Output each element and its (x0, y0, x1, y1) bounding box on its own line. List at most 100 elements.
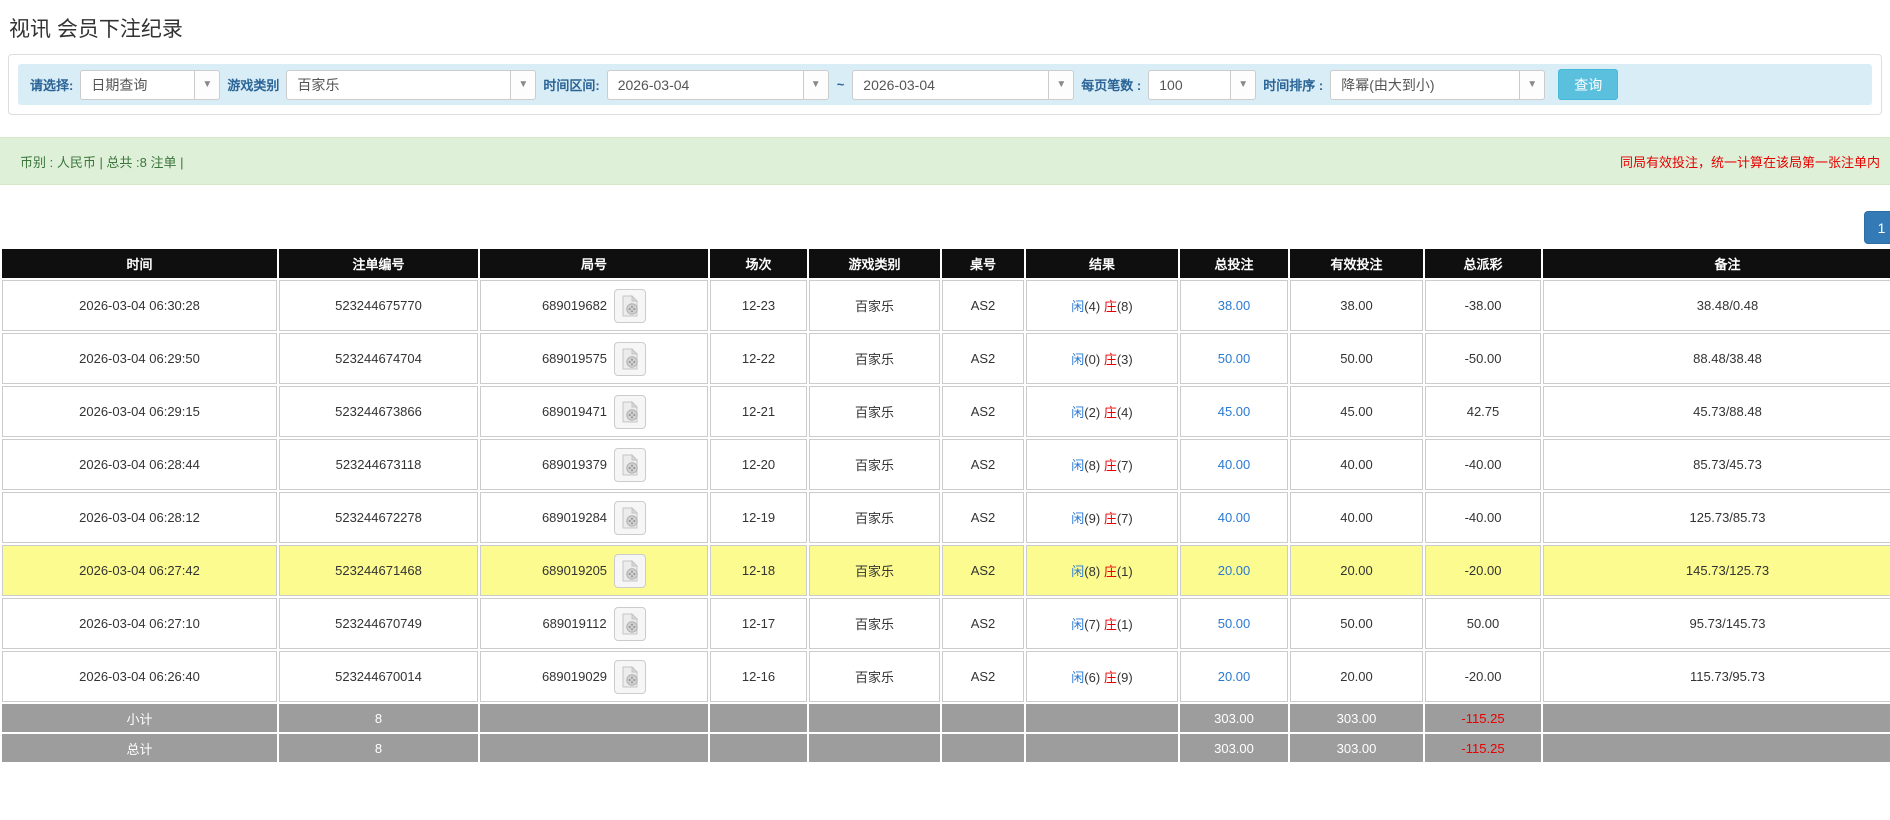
total-bet-link[interactable]: 50.00 (1218, 616, 1251, 631)
cell-game-type: 百家乐 (809, 492, 940, 543)
result-player-label: 闲 (1071, 564, 1085, 579)
cell-valid-bet: 20.00 (1290, 545, 1423, 596)
cell-remark: 115.73/95.73 (1543, 651, 1890, 702)
result-banker-num: (7) (1116, 511, 1133, 526)
search-button[interactable]: 查询 (1558, 69, 1619, 100)
valid-bet-notice-text: 同局有效投注，统一计算在该局第一张注单内 (1619, 154, 1880, 170)
date-from-value: 2026-03-04 (617, 76, 690, 93)
result-banker-label: 庄 (1103, 352, 1117, 367)
total-bet-link[interactable]: 40.00 (1218, 457, 1251, 472)
cell-game-type: 百家乐 (809, 651, 940, 702)
table-row: 2026-03-04 06:26:40 523244670014 689019029… (2, 651, 1890, 702)
game-type-select[interactable]: 百家乐 ▼ (286, 69, 537, 100)
cell-remark: 145.73/125.73 (1543, 545, 1890, 596)
column-header-result: 结果 (1026, 249, 1178, 278)
cell-table-no: AS2 (942, 333, 1024, 384)
chevron-down-icon: ▼ (1519, 70, 1545, 99)
cell-valid-bet: 40.00 (1290, 492, 1423, 543)
cell-total-bet: 40.00 (1180, 439, 1288, 490)
total-bet-link[interactable]: 40.00 (1218, 510, 1251, 525)
query-type-value: 日期查询 (91, 76, 148, 93)
video-replay-button[interactable] (614, 341, 647, 376)
subtotal-valid-bet: 303.00 (1290, 704, 1423, 732)
table-row: 2026-03-04 06:27:42 523244671468 689019205… (2, 545, 1890, 596)
film-document-icon (622, 453, 639, 475)
table-header-row: 时间 注单编号 局号 场次 游戏类别 桌号 结果 总投注 有效投注 总派彩 备注 (2, 249, 1890, 278)
result-player-label: 闲 (1071, 670, 1085, 685)
cell-remark: 45.73/88.48 (1543, 386, 1890, 437)
cell-game-type: 百家乐 (809, 280, 940, 331)
column-header-time: 时间 (2, 249, 277, 278)
cell-remark: 88.48/38.48 (1543, 333, 1890, 384)
result-player-num: (6) (1084, 670, 1101, 685)
column-header-bet-id: 注单编号 (279, 249, 478, 278)
subtotal-count: 8 (279, 704, 478, 732)
video-replay-button[interactable] (614, 659, 647, 694)
grand-total-valid-bet: 303.00 (1290, 734, 1423, 762)
result-banker-num: (9) (1116, 670, 1133, 685)
result-player-num: (8) (1084, 564, 1101, 579)
result-banker-label: 庄 (1103, 299, 1117, 314)
round-id-group: 689019284 (542, 500, 647, 535)
cell-bet-id: 523244673866 (279, 386, 478, 437)
total-bet-link[interactable]: 45.00 (1218, 404, 1251, 419)
video-replay-button[interactable] (613, 606, 646, 641)
table-body: 2026-03-04 06:30:28 523244675770 689019682… (2, 280, 1890, 702)
cell-bet-id: 523244670014 (279, 651, 478, 702)
cell-remark: 95.73/145.73 (1543, 598, 1890, 649)
cell-result: 闲(8) 庄(7) (1026, 439, 1178, 490)
cell-table-no: AS2 (942, 439, 1024, 490)
round-id-group: 689019112 (542, 606, 646, 641)
cell-total-bet: 50.00 (1180, 598, 1288, 649)
video-replay-button[interactable] (614, 553, 647, 588)
cell-bet-id: 523244673118 (279, 439, 478, 490)
currency-count-text: 币别 : 人民币 | 总共 :8 注单 | (20, 154, 184, 170)
round-id: 689019029 (541, 669, 608, 684)
result-player-num: (8) (1084, 458, 1101, 473)
table-row: 2026-03-04 06:28:12 523244672278 689019284… (2, 492, 1890, 543)
round-id-group: 689019471 (542, 394, 647, 429)
date-to-select[interactable]: 2026-03-04 ▼ (852, 69, 1075, 100)
page-size-select[interactable]: 100 ▼ (1148, 69, 1257, 100)
video-replay-button[interactable] (614, 288, 647, 323)
round-id-group: 689019029 (541, 659, 647, 694)
result-player-label: 闲 (1071, 352, 1085, 367)
result-player-label: 闲 (1071, 511, 1085, 526)
result-banker-num: (8) (1116, 299, 1133, 314)
table-row: 2026-03-04 06:27:10 523244670749 689019112… (2, 598, 1890, 649)
cell-result: 闲(8) 庄(1) (1026, 545, 1178, 596)
game-type-label: 游戏类别 (227, 78, 280, 93)
video-replay-button[interactable] (614, 394, 647, 429)
subtotal-total-bet: 303.00 (1180, 704, 1288, 732)
column-header-round: 局号 (480, 249, 708, 278)
table-row: 2026-03-04 06:29:15 523244673866 689019471… (2, 386, 1890, 437)
select-type-label: 请选择: (30, 78, 74, 93)
date-from-select[interactable]: 2026-03-04 ▼ (606, 69, 829, 100)
total-bet-link[interactable]: 38.00 (1218, 298, 1251, 313)
total-bet-link[interactable]: 20.00 (1218, 669, 1251, 684)
cell-total-bet: 38.00 (1180, 280, 1288, 331)
round-id: 689019379 (541, 457, 608, 472)
chevron-down-icon: ▼ (1048, 70, 1074, 99)
sort-value: 降幂(由大到小) (1341, 76, 1435, 93)
table-row: 2026-03-04 06:28:44 523244673118 689019379… (2, 439, 1890, 490)
page-1-button[interactable]: 1 (1864, 211, 1890, 244)
total-bet-link[interactable]: 50.00 (1218, 351, 1251, 366)
video-replay-button[interactable] (614, 447, 647, 482)
result-banker-num: (3) (1116, 352, 1133, 367)
total-bet-link[interactable]: 20.00 (1218, 563, 1251, 578)
cell-session: 12-18 (710, 545, 807, 596)
cell-round: 689019029 (480, 651, 708, 702)
chevron-down-icon: ▼ (194, 70, 220, 99)
sort-select[interactable]: 降幂(由大到小) ▼ (1330, 69, 1546, 100)
cell-table-no: AS2 (942, 386, 1024, 437)
column-header-session: 场次 (710, 249, 807, 278)
result-player-label: 闲 (1071, 458, 1085, 473)
video-replay-button[interactable] (614, 500, 647, 535)
result-player-num: (9) (1084, 511, 1101, 526)
cell-round: 689019112 (480, 598, 708, 649)
query-type-select[interactable]: 日期查询 ▼ (80, 69, 221, 100)
round-id: 689019205 (541, 563, 608, 578)
cell-payout: -20.00 (1425, 651, 1541, 702)
cell-result: 闲(7) 庄(1) (1026, 598, 1178, 649)
